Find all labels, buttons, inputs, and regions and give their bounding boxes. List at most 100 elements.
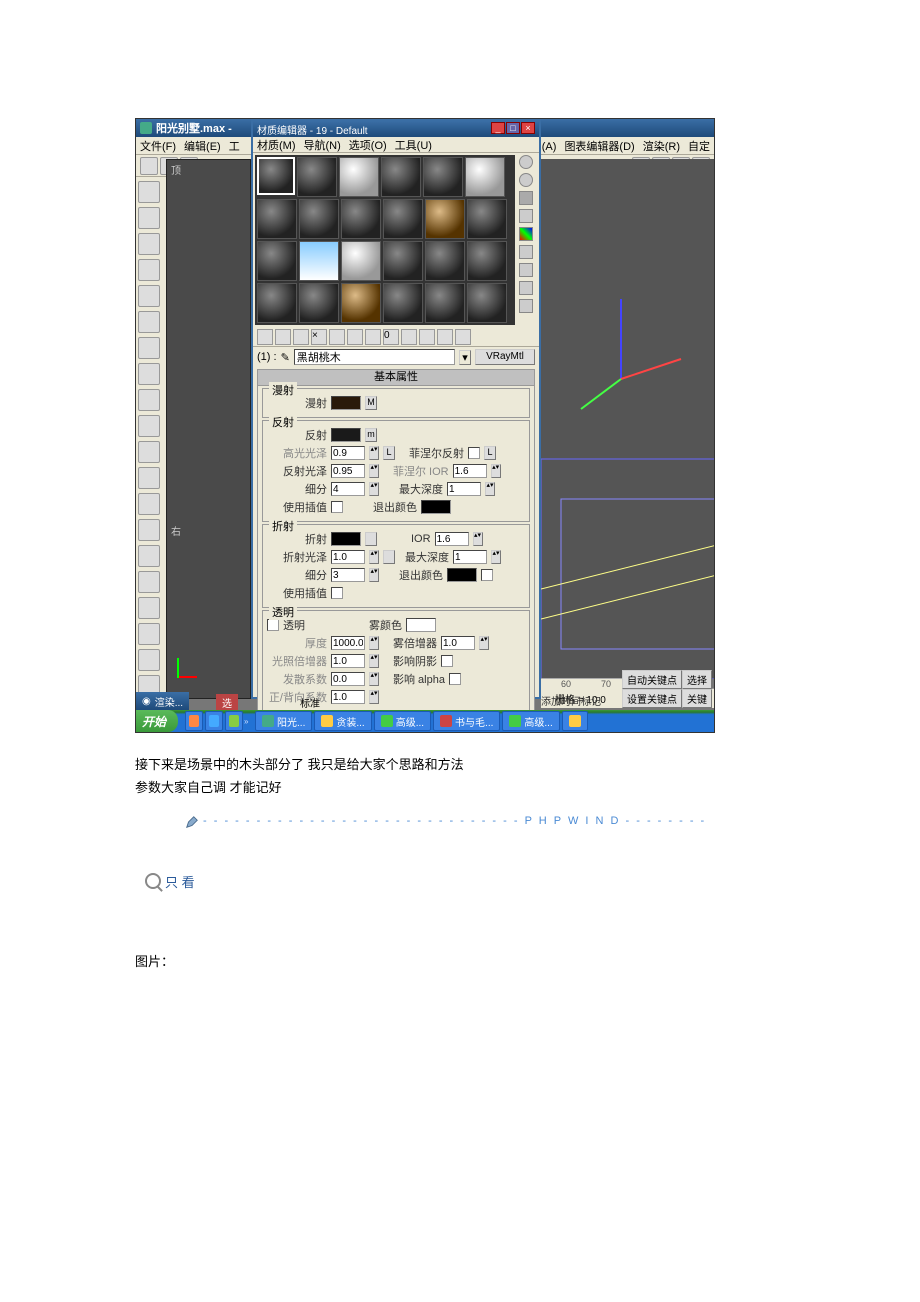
mat-slot-21[interactable]	[341, 283, 381, 323]
mat-slot-13[interactable]	[257, 241, 297, 281]
max-depth-input[interactable]	[447, 482, 481, 496]
quick-launch-2[interactable]	[205, 711, 223, 731]
rollout-header[interactable]: 基本属性	[258, 370, 534, 386]
reflect-map-button[interactable]: m	[365, 428, 377, 442]
tool-more1[interactable]	[138, 519, 160, 541]
background-icon[interactable]	[519, 191, 533, 205]
mat-slot-14[interactable]	[299, 241, 339, 281]
tool-quick[interactable]	[138, 493, 160, 515]
task-4[interactable]: 书与毛...	[433, 711, 500, 731]
mat-menu-tools[interactable]: 工具(U)	[395, 137, 432, 152]
mat-menu-nav[interactable]: 导航(N)	[304, 137, 341, 152]
mat-titlebar[interactable]: 材质编辑器 - 19 - Default _ □ ×	[253, 121, 539, 137]
fresnel-checkbox[interactable]	[468, 447, 480, 459]
refract-gloss-map[interactable]	[383, 550, 395, 564]
tool-material[interactable]	[138, 441, 160, 463]
fresnel-lock-button[interactable]: L	[484, 446, 496, 460]
fresnel-ior-input[interactable]	[453, 464, 487, 478]
ior-spinner[interactable]: ▴▾	[473, 532, 483, 546]
mat-slot-22[interactable]	[383, 283, 423, 323]
use-interp-checkbox[interactable]	[331, 501, 343, 513]
only-view-link[interactable]: 只 看	[145, 872, 920, 891]
refract-subdiv-spinner[interactable]: ▴▾	[369, 568, 379, 582]
tool-curve[interactable]	[138, 389, 160, 411]
refract-subdiv-input[interactable]	[331, 568, 365, 582]
quick-launch-1[interactable]	[185, 711, 203, 731]
close-button[interactable]: ×	[521, 122, 535, 134]
options-icon[interactable]	[519, 263, 533, 277]
subdiv-spinner[interactable]: ▴▾	[369, 482, 379, 496]
mat-slot-16[interactable]	[383, 241, 423, 281]
fwd-back-input[interactable]	[331, 690, 365, 704]
sample-type-icon[interactable]	[519, 155, 533, 169]
mat-menu-material[interactable]: 材质(M)	[257, 137, 296, 152]
sel-button[interactable]: 选择	[682, 670, 712, 689]
mat-id-icon[interactable]: 0	[383, 329, 399, 345]
thickness-input[interactable]	[331, 636, 365, 650]
task-5[interactable]: 高级...	[502, 711, 559, 731]
exit-color-swatch[interactable]	[421, 500, 451, 514]
subdiv-input[interactable]	[331, 482, 365, 496]
thickness-spinner[interactable]: ▴▾	[369, 636, 379, 650]
diffuse-map-button[interactable]: M	[365, 396, 377, 410]
reflect-gloss-input[interactable]	[331, 464, 365, 478]
tool-more4[interactable]	[138, 597, 160, 619]
maximize-button[interactable]: □	[506, 122, 520, 134]
fog-mult-spinner[interactable]: ▴▾	[479, 636, 489, 650]
menu-edit[interactable]: 编辑(E)	[184, 138, 221, 154]
auto-key-button[interactable]: 自动关键点	[622, 670, 682, 689]
affect-shadow-checkbox[interactable]	[441, 655, 453, 667]
select-icon[interactable]	[519, 281, 533, 295]
mat-slot-2[interactable]	[297, 157, 337, 197]
quick-launch-3[interactable]	[225, 711, 243, 731]
backlight-icon[interactable]	[519, 173, 533, 187]
put-to-lib-icon[interactable]	[365, 329, 381, 345]
material-type-button[interactable]: VRayMtl	[475, 349, 535, 365]
sample-uv-icon[interactable]	[519, 209, 533, 223]
fwd-back-spinner[interactable]: ▴▾	[369, 690, 379, 704]
tool-more6[interactable]	[138, 649, 160, 671]
tool-schematic[interactable]	[138, 415, 160, 437]
show-end-icon[interactable]	[419, 329, 435, 345]
max-depth-spinner[interactable]: ▴▾	[485, 482, 495, 496]
refract-max-depth-spinner[interactable]: ▴▾	[491, 550, 501, 564]
tool-render[interactable]	[138, 467, 160, 489]
mat-slot-1[interactable]	[257, 157, 295, 195]
mat-menu-options[interactable]: 选项(O)	[349, 137, 387, 152]
diffuse-color-swatch[interactable]	[331, 396, 361, 410]
fog-mult-input[interactable]	[441, 636, 475, 650]
task-2[interactable]: 贪装...	[314, 711, 371, 731]
scatter-input[interactable]	[331, 672, 365, 686]
tool-select[interactable]	[138, 181, 160, 203]
make-copy-icon[interactable]	[329, 329, 345, 345]
task-6[interactable]	[562, 711, 588, 731]
preview-icon[interactable]	[519, 245, 533, 259]
key-filter-button[interactable]: 关键	[682, 689, 712, 708]
mat-slot-19[interactable]	[257, 283, 297, 323]
hilight-gloss-input[interactable]	[331, 446, 365, 460]
tool-align[interactable]	[138, 337, 160, 359]
refract-color-swatch[interactable]	[331, 532, 361, 546]
refract-exit-checkbox[interactable]	[481, 569, 493, 581]
start-button[interactable]: 开始	[136, 710, 178, 732]
material-name-input[interactable]	[294, 349, 455, 365]
fresnel-ior-spinner[interactable]: ▴▾	[491, 464, 501, 478]
go-sibling-icon[interactable]	[455, 329, 471, 345]
refract-map-button[interactable]	[365, 532, 377, 546]
task-3[interactable]: 高级...	[374, 711, 431, 731]
mat-slot-7[interactable]	[257, 199, 297, 239]
mat-slot-20[interactable]	[299, 283, 339, 323]
tool-more3[interactable]	[138, 571, 160, 593]
refract-max-depth-input[interactable]	[453, 550, 487, 564]
transp-checkbox[interactable]	[267, 619, 279, 631]
hilight-spinner[interactable]: ▴▾	[369, 446, 379, 460]
viewport-top[interactable]: 顶 右	[166, 159, 251, 699]
reflect-gloss-spinner[interactable]: ▴▾	[369, 464, 379, 478]
mat-slot-9[interactable]	[341, 199, 381, 239]
mat-slot-12[interactable]	[467, 199, 507, 239]
menu-custom[interactable]: 自定	[688, 138, 710, 154]
get-material-icon[interactable]	[257, 329, 273, 345]
mat-slot-17[interactable]	[425, 241, 465, 281]
scatter-spinner[interactable]: ▴▾	[369, 672, 379, 686]
tool-move[interactable]	[138, 207, 160, 229]
